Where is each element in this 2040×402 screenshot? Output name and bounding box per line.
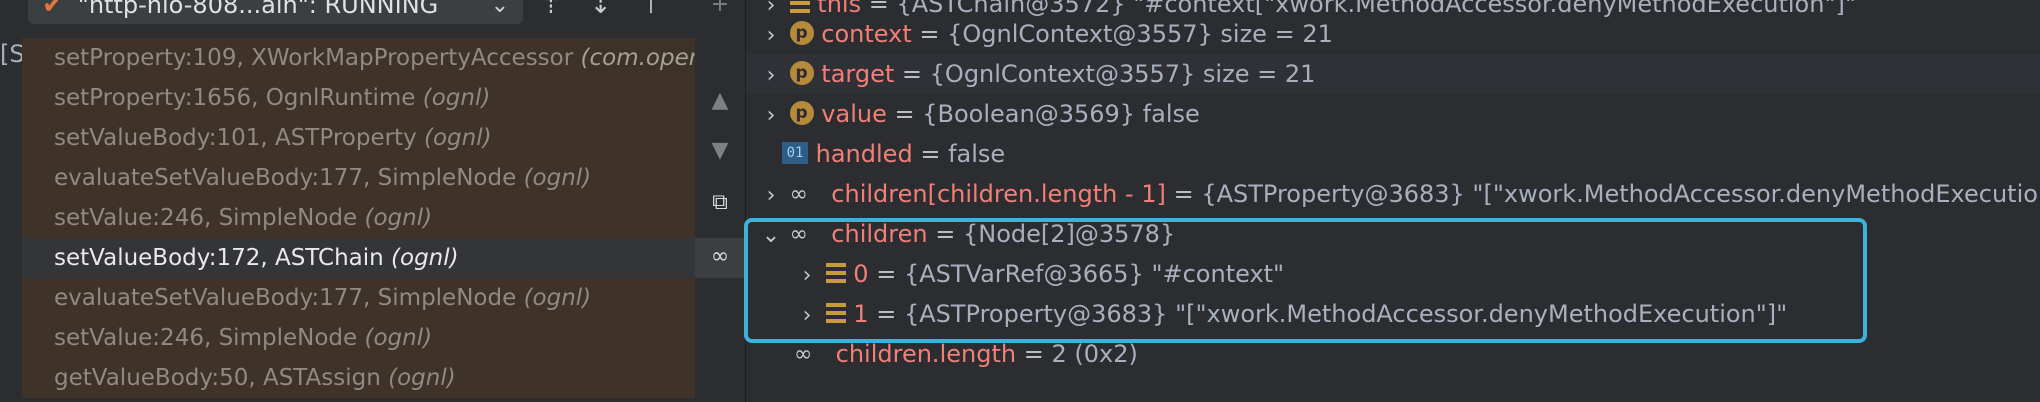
watch-glasses-icon: ∞	[789, 182, 808, 207]
var-value: {OgnlContext@3557} size = 21	[947, 20, 1333, 48]
chevron-down-icon: ⌄	[490, 0, 509, 18]
frame-method: setValue:246, SimpleNode	[54, 205, 358, 231]
frame-row[interactable]: setValue:246, SimpleNode (ognl)	[22, 198, 695, 238]
var-value: {OgnlContext@3557} size = 21	[929, 60, 1316, 88]
var-handled[interactable]: 01 handled = false	[782, 134, 1005, 174]
highlight-box	[744, 218, 1867, 343]
var-target[interactable]: › p target = {OgnlContext@3557} size = 2…	[746, 54, 2040, 94]
var-name: children[children.length - 1]	[831, 180, 1166, 208]
step-up-icon[interactable]: ⇡	[540, 0, 562, 20]
expand-arrow-icon[interactable]: ›	[760, 176, 782, 216]
var-value: 2 (0x2)	[1051, 340, 1138, 368]
frame-method: getValueBody:50, ASTAssign	[54, 365, 381, 391]
var-children-last[interactable]: › ∞ children[children.length - 1] = {AST…	[760, 174, 2040, 214]
expand-arrow-icon[interactable]: ›	[760, 16, 782, 56]
expand-arrow-icon[interactable]: ›	[760, 96, 782, 136]
copy-icon[interactable]: ⧉	[705, 190, 735, 215]
frame-method: setValueBody:101, ASTProperty	[54, 125, 417, 151]
frame-package: (ognl)	[388, 365, 456, 391]
expand-arrow-icon[interactable]: ›	[760, 56, 782, 96]
var-name: value	[821, 100, 887, 128]
frame-row[interactable]: evaluateSetValueBody:177, SimpleNode (og…	[22, 278, 695, 318]
frame-row[interactable]: setValue:246, SimpleNode (ognl)	[22, 318, 695, 358]
frame-package: (ognl)	[523, 285, 592, 311]
frame-method: setValueBody:172, ASTChain	[54, 245, 384, 271]
primitive-icon: 01	[782, 142, 808, 164]
frame-package: (ognl)	[364, 325, 433, 351]
parameter-icon: p	[789, 21, 814, 45]
frame-row-selected[interactable]: setValueBody:172, ASTChain (ognl)	[22, 238, 695, 278]
frame-package: (ognl)	[391, 245, 459, 271]
frame-method: setValue:246, SimpleNode	[54, 325, 358, 351]
frame-method: setProperty:109, XWorkMapPropertyAccesso…	[54, 45, 574, 71]
var-name: target	[821, 60, 895, 88]
filter-icon[interactable]: ⊤	[640, 0, 663, 20]
parameter-icon: p	[789, 101, 814, 125]
frame-package: (ognl)	[424, 125, 492, 151]
var-name: context	[821, 20, 912, 48]
var-value: {ASTProperty@3683} "["xwork.MethodAccess…	[1201, 180, 2040, 208]
variables-gutter: + ▲ ▼ ⧉ ∞	[695, 0, 746, 402]
frame-row[interactable]: evaluateSetValueBody:177, SimpleNode (og…	[22, 158, 695, 198]
step-down-icon[interactable]: ⇣	[590, 0, 612, 20]
frame-method: evaluateSetValueBody:177, SimpleNode	[54, 165, 517, 191]
frames-toolbar: ⇡ ⇣ ⊤	[540, 0, 662, 20]
frames-list: setProperty:109, XWorkMapPropertyAccesso…	[22, 38, 965, 402]
var-context[interactable]: › p context = {OgnlContext@3557} size = …	[760, 14, 1333, 54]
var-value-row[interactable]: › p value = {Boolean@3569} false	[760, 94, 1200, 134]
frame-package: (ognl)	[364, 205, 433, 231]
var-name: children.length	[835, 340, 1017, 368]
frame-method: evaluateSetValueBody:177, SimpleNode	[54, 285, 517, 311]
frame-row[interactable]: getValueBody:50, ASTAssign (ognl)	[22, 358, 695, 398]
var-name: handled	[815, 140, 913, 168]
thread-selector[interactable]: ✔ "http-nio-808...ain": RUNNING ⌄	[28, 0, 523, 24]
arrow-down-icon[interactable]: ▼	[705, 138, 735, 163]
parameter-icon: p	[789, 61, 814, 85]
plus-icon[interactable]: +	[705, 0, 735, 17]
var-value: {Boolean@3569} false	[922, 100, 1200, 128]
thread-label: "http-nio-808...ain": RUNNING	[77, 0, 439, 19]
frame-row[interactable]: setValueBody:101, ASTProperty (ognl)	[22, 118, 695, 158]
frame-package: (ognl)	[523, 165, 592, 191]
object-icon	[789, 0, 810, 13]
var-value: false	[948, 140, 1006, 168]
arrow-up-icon[interactable]: ▲	[705, 88, 735, 113]
watch-glasses-icon[interactable]: ∞	[705, 244, 735, 269]
frame-package: (ognl)	[422, 85, 491, 111]
frame-row[interactable]: setProperty:1656, OgnlRuntime (ognl)	[22, 78, 695, 118]
frame-method: setProperty:1656, OgnlRuntime	[54, 85, 416, 111]
checkmark-icon: ✔	[42, 0, 64, 20]
left-edge-label: [S	[0, 40, 25, 68]
